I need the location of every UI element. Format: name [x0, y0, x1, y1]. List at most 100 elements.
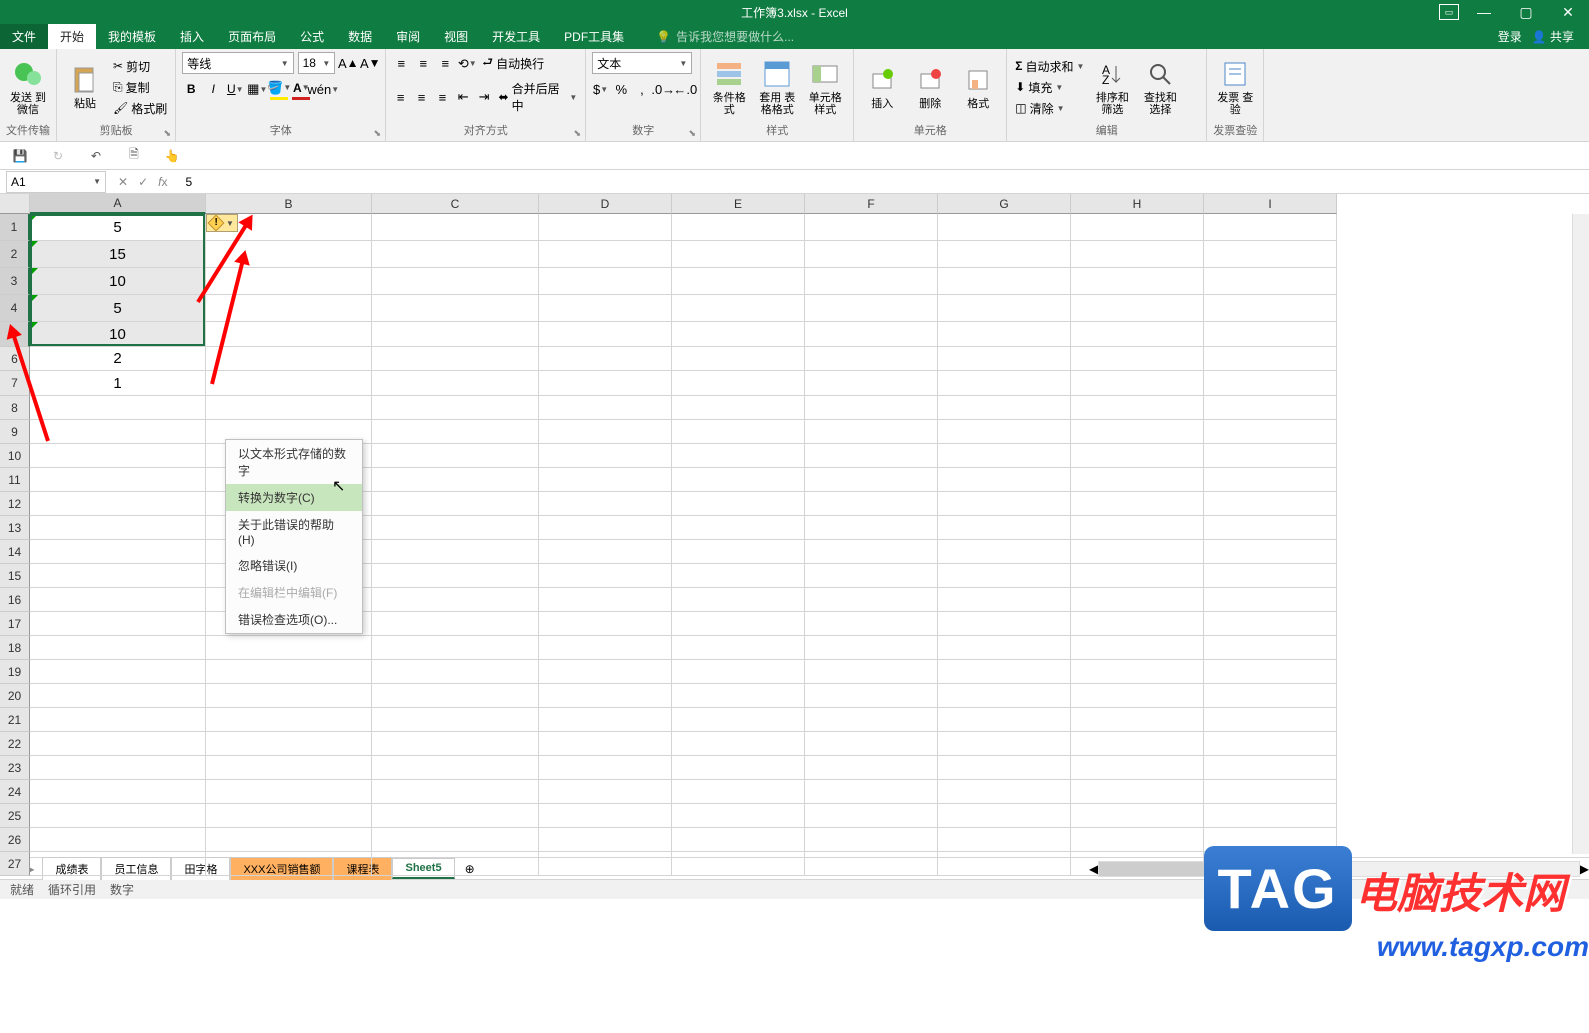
row-header-12[interactable]: 12: [0, 492, 30, 516]
cell-B3[interactable]: [206, 268, 372, 295]
menu-help[interactable]: 关于此错误的帮助(H): [226, 511, 362, 552]
row-header-7[interactable]: 7: [0, 371, 30, 396]
cell-C16[interactable]: [372, 588, 539, 612]
paste-button[interactable]: 粘贴: [63, 52, 107, 122]
cell-H25[interactable]: [1071, 804, 1204, 828]
cell-B7[interactable]: [206, 371, 372, 396]
cell-D14[interactable]: [539, 540, 672, 564]
cell-A10[interactable]: [30, 444, 206, 468]
row-header-23[interactable]: 23: [0, 756, 30, 780]
cell-C24[interactable]: [372, 780, 539, 804]
cell-G11[interactable]: [938, 468, 1071, 492]
name-box[interactable]: A1▼: [6, 171, 106, 193]
cell-D8[interactable]: [539, 396, 672, 420]
cell-H1[interactable]: [1071, 214, 1204, 241]
cell-A16[interactable]: [30, 588, 206, 612]
cell-F1[interactable]: [805, 214, 938, 241]
row-header-6[interactable]: 6: [0, 347, 30, 371]
cell-D21[interactable]: [539, 708, 672, 732]
cell-H15[interactable]: [1071, 564, 1204, 588]
cell-A21[interactable]: [30, 708, 206, 732]
cell-D20[interactable]: [539, 684, 672, 708]
cell-C1[interactable]: [372, 214, 539, 241]
font-size-select[interactable]: 18▼: [298, 52, 336, 74]
cell-C8[interactable]: [372, 396, 539, 420]
print-preview-button[interactable]: 🗎: [124, 146, 144, 166]
cell-I9[interactable]: [1204, 420, 1337, 444]
cell-D13[interactable]: [539, 516, 672, 540]
tab-layout[interactable]: 页面布局: [216, 24, 288, 49]
cell-H8[interactable]: [1071, 396, 1204, 420]
orientation-button[interactable]: ⟲▼: [458, 53, 476, 75]
cell-A25[interactable]: [30, 804, 206, 828]
cell-D4[interactable]: [539, 295, 672, 322]
cell-I11[interactable]: [1204, 468, 1337, 492]
cell-E15[interactable]: [672, 564, 805, 588]
cell-G19[interactable]: [938, 660, 1071, 684]
cell-B22[interactable]: [206, 732, 372, 756]
cell-B26[interactable]: [206, 828, 372, 852]
col-header-E[interactable]: E: [672, 194, 805, 214]
cell-B25[interactable]: [206, 804, 372, 828]
cell-H10[interactable]: [1071, 444, 1204, 468]
cell-G10[interactable]: [938, 444, 1071, 468]
error-indicator-button[interactable]: ▼: [206, 214, 238, 232]
cell-B23[interactable]: [206, 756, 372, 780]
cell-I17[interactable]: [1204, 612, 1337, 636]
comma-button[interactable]: ,: [634, 78, 651, 100]
cell-G8[interactable]: [938, 396, 1071, 420]
tell-me-search[interactable]: 💡 告诉我您想要做什么...: [656, 28, 794, 45]
sort-filter-button[interactable]: AZ排序和筛选: [1090, 52, 1134, 122]
insert-cells-button[interactable]: 插入: [860, 52, 904, 122]
cell-I2[interactable]: [1204, 241, 1337, 268]
cell-B21[interactable]: [206, 708, 372, 732]
cell-F9[interactable]: [805, 420, 938, 444]
phonetic-button[interactable]: wén ▼: [314, 78, 332, 100]
cell-G14[interactable]: [938, 540, 1071, 564]
cell-C3[interactable]: [372, 268, 539, 295]
row-header-17[interactable]: 17: [0, 612, 30, 636]
cell-I20[interactable]: [1204, 684, 1337, 708]
cell-F15[interactable]: [805, 564, 938, 588]
cell-I4[interactable]: [1204, 295, 1337, 322]
cell-G3[interactable]: [938, 268, 1071, 295]
cell-H21[interactable]: [1071, 708, 1204, 732]
cell-H6[interactable]: [1071, 347, 1204, 371]
cut-button[interactable]: ✂剪切: [111, 57, 169, 76]
cell-G2[interactable]: [938, 241, 1071, 268]
col-header-B[interactable]: B: [206, 194, 372, 214]
row-header-9[interactable]: 9: [0, 420, 30, 444]
row-header-4[interactable]: 4: [0, 295, 30, 322]
tab-formulas[interactable]: 公式: [288, 24, 336, 49]
row-header-8[interactable]: 8: [0, 396, 30, 420]
row-header-25[interactable]: 25: [0, 804, 30, 828]
maximize-button[interactable]: ▢: [1505, 0, 1547, 24]
cell-I16[interactable]: [1204, 588, 1337, 612]
cell-H9[interactable]: [1071, 420, 1204, 444]
tab-developer[interactable]: 开发工具: [480, 24, 552, 49]
decrease-font-button[interactable]: A▼: [361, 52, 379, 74]
cell-B19[interactable]: [206, 660, 372, 684]
percent-button[interactable]: %: [613, 78, 630, 100]
row-header-10[interactable]: 10: [0, 444, 30, 468]
cell-F12[interactable]: [805, 492, 938, 516]
cell-H17[interactable]: [1071, 612, 1204, 636]
cell-H2[interactable]: [1071, 241, 1204, 268]
cell-F6[interactable]: [805, 347, 938, 371]
cell-I12[interactable]: [1204, 492, 1337, 516]
cell-D12[interactable]: [539, 492, 672, 516]
col-header-G[interactable]: G: [938, 194, 1071, 214]
cell-F16[interactable]: [805, 588, 938, 612]
cell-F17[interactable]: [805, 612, 938, 636]
cell-A2[interactable]: 15: [30, 241, 206, 268]
cell-C2[interactable]: [372, 241, 539, 268]
row-header-2[interactable]: 2: [0, 241, 30, 268]
cell-I8[interactable]: [1204, 396, 1337, 420]
row-header-15[interactable]: 15: [0, 564, 30, 588]
cell-A12[interactable]: [30, 492, 206, 516]
cell-E21[interactable]: [672, 708, 805, 732]
cell-C22[interactable]: [372, 732, 539, 756]
cell-G21[interactable]: [938, 708, 1071, 732]
cell-A22[interactable]: [30, 732, 206, 756]
cell-D27[interactable]: [539, 852, 672, 876]
